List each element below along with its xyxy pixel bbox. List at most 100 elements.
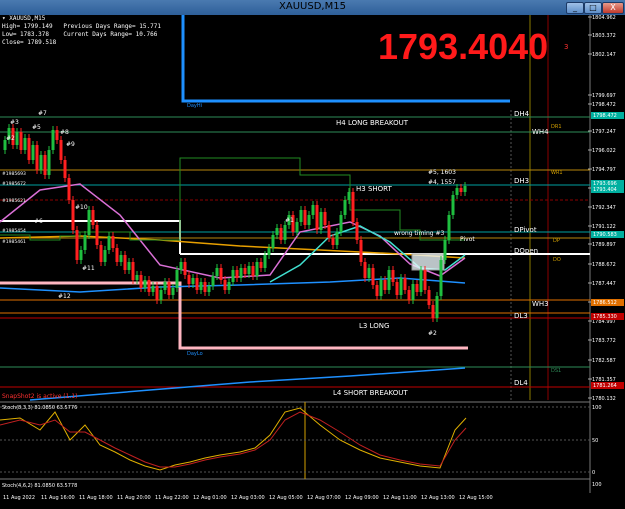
candle-body — [131, 262, 135, 280]
candle-body — [87, 210, 91, 235]
minimize-button[interactable]: _ — [566, 2, 584, 14]
candle-body — [19, 132, 23, 150]
chart-area[interactable]: DayHi DayLo H4 LONG BREAKOUT H3 SHORT L3… — [0, 15, 625, 509]
candle-body — [147, 280, 151, 292]
dp-label: DP — [553, 238, 560, 244]
price-axis-label: 1799.697 — [592, 93, 616, 99]
annotation-8: #8 — [60, 129, 69, 136]
candle-body — [15, 132, 19, 145]
candle-body — [427, 290, 431, 305]
candle-body — [51, 130, 55, 150]
time-axis-label: 11 Aug 18:00 — [79, 495, 113, 501]
wh3-label: WH3 — [532, 300, 549, 308]
candle-body — [307, 215, 311, 225]
candle-body — [155, 286, 159, 300]
price-axis-label: 1797.247 — [592, 129, 616, 135]
restore-button[interactable]: □ — [584, 2, 602, 14]
annotation-1: #1 — [285, 217, 294, 224]
candle-body — [407, 290, 411, 300]
candle-body — [315, 205, 319, 230]
candle-body — [455, 188, 459, 195]
candle-body — [211, 276, 215, 286]
wr1-label: WR1 — [551, 170, 563, 176]
price-axis-label: 1794.797 — [592, 167, 616, 173]
h3-short-label: H3 SHORT — [356, 185, 393, 193]
info-line-2: Low= 1783.378 Current Days Range= 10.766 — [2, 31, 158, 38]
candle-body — [23, 138, 27, 150]
time-axis-label: 12 Aug 09:00 — [345, 495, 379, 501]
candle-body — [151, 286, 155, 292]
time-axis-label: 11 Aug 20:00 — [117, 495, 151, 501]
candle-body — [335, 232, 339, 245]
candle-body — [235, 270, 239, 278]
candle-body — [143, 280, 147, 288]
symbol-name: XAUUSD,M15 — [9, 15, 46, 22]
price-axis[interactable]: 1804.962 1803.372 1802.147 1799.697 1798.472… — [588, 15, 616, 402]
candle-body — [423, 270, 427, 290]
candle-body — [31, 145, 35, 160]
candle-body — [379, 280, 383, 296]
time-axis-label: 11 Aug 22:00 — [155, 495, 189, 501]
candle-body — [395, 282, 399, 295]
candle-body — [35, 145, 39, 170]
pivot-label: Pivot — [460, 236, 475, 243]
order-id-3: #1985621 — [2, 198, 26, 204]
candle-body — [375, 285, 379, 296]
candle-body — [443, 240, 447, 260]
ds1-label: DS1 — [551, 368, 561, 374]
candle-body — [355, 222, 359, 240]
candle-body — [191, 278, 195, 284]
big-price-suffix: 3 — [564, 43, 569, 51]
price-axis-label: 1789.897 — [592, 242, 616, 248]
candle-body — [451, 195, 455, 215]
stoch-axis-50: 50 — [592, 438, 598, 444]
candle-body — [419, 270, 423, 292]
time-axis-label: 12 Aug 01:00 — [193, 495, 227, 501]
candle-body — [215, 268, 219, 276]
time-axis-label: 12 Aug 11:00 — [383, 495, 417, 501]
highlight-box — [412, 254, 444, 270]
candle-body — [403, 278, 407, 290]
price-axis-label: 1804.962 — [592, 15, 616, 21]
annotation-7: #7 — [38, 110, 47, 117]
annotation-6: #6 — [34, 218, 43, 225]
annotation-3: #3 — [10, 119, 19, 126]
order-id-5: #1985461 — [2, 239, 26, 245]
candle-body — [267, 248, 271, 255]
big-price-display: 1793.4040 — [378, 26, 548, 68]
snapshot-status: SnapShot2 is active (1.1) — [2, 393, 78, 400]
candle-body — [255, 262, 259, 276]
candle-body — [199, 282, 203, 290]
window-title: XAUUSD,M15 — [279, 1, 346, 12]
close-button[interactable]: X — [602, 2, 624, 14]
info-line-1: High= 1799.149 Previous Days Range= 15.7… — [2, 23, 161, 30]
order-id-1: #1985693 — [2, 171, 26, 177]
candle-body — [231, 270, 235, 282]
do-label: DO — [553, 257, 561, 263]
window-titlebar[interactable]: XAUUSD,M15 _ □ X — [0, 0, 625, 15]
stoch-axis-0: 0 — [592, 470, 595, 476]
candle-body — [159, 290, 163, 300]
time-axis[interactable]: 11 Aug 2022 11 Aug 16:00 11 Aug 18:00 11 Au… — [3, 495, 493, 501]
candle-body — [383, 280, 387, 290]
chart-canvas[interactable]: DayHi DayLo H4 LONG BREAKOUT H3 SHORT L3… — [0, 15, 625, 509]
candle-body — [39, 155, 43, 170]
candle-body — [99, 245, 103, 262]
candle-body — [47, 150, 51, 175]
l3-long-label: L3 LONG — [359, 322, 389, 330]
candle-body — [223, 280, 227, 290]
candle-body — [219, 268, 223, 280]
annotation-10: #10 — [75, 204, 88, 211]
candle-body — [171, 288, 175, 295]
candle-body — [195, 278, 199, 290]
candle-body — [115, 248, 119, 262]
order-id-2: #1985672 — [2, 181, 26, 187]
candle-body — [59, 140, 63, 160]
stoch-label: Stoch(8,3,3) 81.0850 63.5776 — [2, 405, 77, 411]
candle-body — [343, 200, 347, 215]
candle-body — [91, 210, 95, 225]
candle-body — [459, 188, 463, 192]
candle-body — [303, 210, 307, 225]
dl4-label: DL4 — [514, 379, 528, 387]
candle-body — [207, 286, 211, 292]
